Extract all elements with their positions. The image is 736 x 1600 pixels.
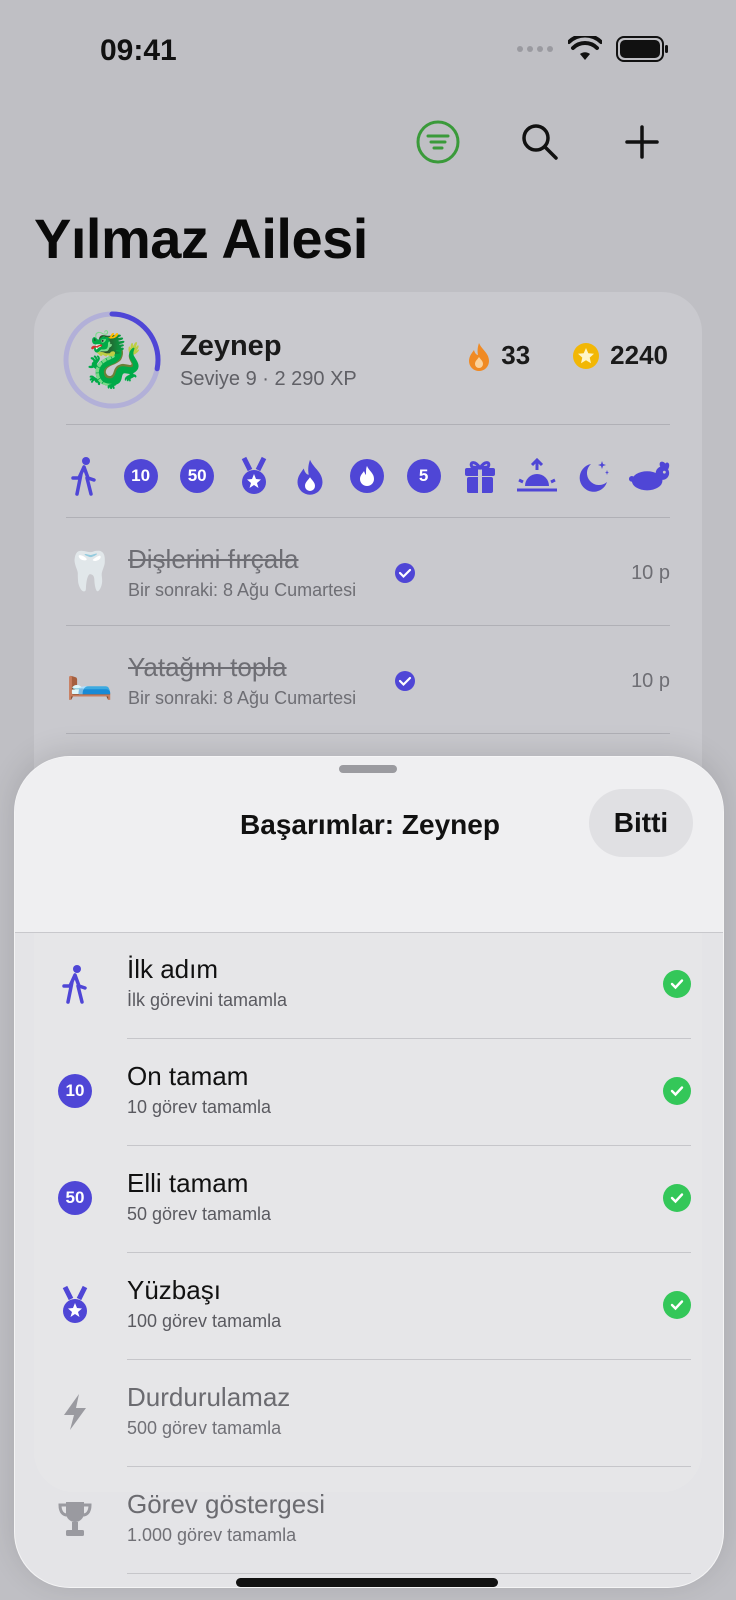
member-level: Seviye 9 · 2 290 XP: [180, 368, 357, 390]
chore-next-date: Bir sonraki: 8 Ağu Cumartesi: [128, 688, 357, 708]
search-icon: [522, 124, 558, 160]
chore-row[interactable]: 🦷 Dişlerini fırçala Bir sonraki: 8 Ağu C…: [66, 518, 670, 626]
coin-icon: [573, 342, 600, 369]
filter-button[interactable]: [398, 112, 478, 172]
gift-icon: [458, 454, 502, 498]
achievement-title: Görev göstergesi: [127, 1489, 325, 1519]
checkmark-circle-icon: [395, 563, 415, 583]
add-button[interactable]: [602, 112, 682, 172]
sheet-grabber[interactable]: [339, 765, 397, 773]
member-name: Zeynep: [180, 330, 282, 362]
status-time: 09:41: [100, 34, 177, 67]
chore-next-date: Bir sonraki: 8 Ağu Cumartesi: [128, 580, 357, 600]
divider: [66, 733, 670, 734]
badge-row: 10 50 5: [62, 452, 672, 500]
member-stats: 33 2240: [467, 340, 668, 371]
achievement-description: 100 görev tamamla: [127, 1311, 282, 1331]
number-50-badge-icon: 50: [55, 1176, 95, 1220]
home-indicator[interactable]: [236, 1578, 498, 1587]
moon-stars-icon: [571, 454, 615, 498]
checkmark-circle-icon: [663, 970, 691, 998]
top-toolbar: [398, 112, 682, 172]
achievement-row[interactable]: Durdurulamaz 500 görev tamamla: [15, 1360, 723, 1467]
checkmark-circle-icon: [663, 1077, 691, 1105]
bolt-icon: [55, 1390, 95, 1434]
achievement-row[interactable]: Yüzbaşı 100 görev tamamla: [15, 1253, 723, 1360]
chore-row[interactable]: 🛏️ Yatağını topla Bir sonraki: 8 Ağu Cum…: [66, 626, 670, 734]
chore-title: Dişlerini fırçala: [128, 544, 299, 574]
page-title: Yılmaz Ailesi: [34, 207, 368, 270]
avatar: 🐉: [80, 330, 148, 390]
achievement-list: İlk adım İlk görevini tamamla 10 On tama…: [15, 932, 723, 1574]
cellular-signal-icon: [517, 46, 553, 52]
walking-figure-icon: [62, 454, 106, 498]
badge-10: 10: [119, 454, 163, 498]
wifi-icon: [568, 36, 602, 60]
achievement-row[interactable]: 50 Elli tamam 50 görev tamamla: [15, 1146, 723, 1253]
achievement-description: İlk görevini tamamla: [127, 990, 288, 1010]
achievements-sheet: Başarımlar: Zeynep Bitti İlk adım İlk gö…: [14, 756, 724, 1588]
badge-5: 5: [402, 454, 446, 498]
achievement-row[interactable]: 10 On tamam 10 görev tamamla: [15, 1039, 723, 1146]
achievement-title: Yüzbaşı: [127, 1275, 221, 1305]
sheet-header: Başarımlar: Zeynep Bitti: [15, 757, 723, 933]
flame-circle-icon: [345, 454, 389, 498]
achievement-description: 10 görev tamamla: [127, 1097, 272, 1117]
number-10-badge-icon: 10: [55, 1069, 95, 1113]
done-button[interactable]: Bitti: [589, 789, 693, 857]
medal-star-icon: [232, 454, 276, 498]
achievement-title: On tamam: [127, 1061, 249, 1091]
achievement-row[interactable]: İlk adım İlk görevini tamamla: [15, 932, 723, 1039]
walking-figure-icon: [55, 962, 95, 1006]
chore-emoji: 🦷: [66, 551, 114, 593]
achievement-description: 1.000 görev tamamla: [127, 1525, 297, 1545]
achievement-description: 50 görev tamamla: [127, 1204, 272, 1224]
checkmark-circle-icon: [663, 1184, 691, 1212]
filter-icon: [416, 120, 460, 164]
achievement-title: Elli tamam: [127, 1168, 249, 1198]
coin-count: 2240: [610, 340, 668, 370]
chore-points: 10 p: [631, 670, 670, 692]
checkmark-circle-icon: [663, 1291, 691, 1319]
divider: [127, 1573, 691, 1574]
achievement-title: İlk adım: [127, 954, 219, 984]
chore-emoji: 🛏️: [66, 659, 114, 701]
divider: [66, 424, 670, 425]
flame-icon: [469, 342, 490, 371]
flame-icon: [288, 454, 332, 498]
medal-star-icon: [55, 1283, 95, 1327]
trophy-icon: [55, 1497, 95, 1541]
status-icons: [516, 36, 670, 62]
achievement-row[interactable]: Görev göstergesi 1.000 görev tamamla: [15, 1467, 723, 1574]
achievement-title: Durdurulamaz: [127, 1382, 291, 1412]
badge-50: 50: [175, 454, 219, 498]
achievement-description: 500 görev tamamla: [127, 1418, 282, 1438]
chore-points: 10 p: [631, 562, 670, 584]
chore-title: Yatağını topla: [128, 652, 287, 682]
sunrise-icon: [515, 454, 559, 498]
plus-icon: [625, 125, 659, 159]
checkmark-circle-icon: [395, 671, 415, 691]
battery-icon: [616, 36, 668, 62]
streak-count: 33: [501, 340, 531, 370]
rabbit-icon: [628, 454, 672, 498]
search-button[interactable]: [500, 112, 580, 172]
